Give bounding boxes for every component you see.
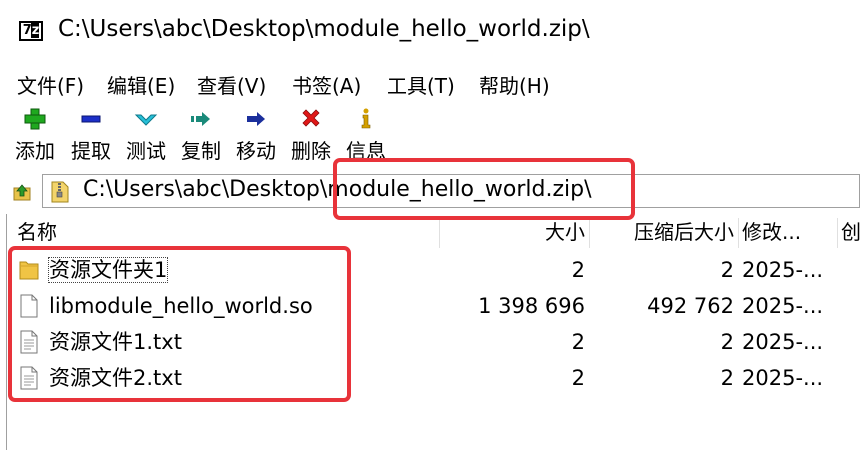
item-size: 2	[571, 330, 585, 354]
item-name: 资源文件2.txt	[49, 366, 182, 390]
plus-icon	[24, 108, 46, 130]
item-size: 2	[571, 258, 585, 282]
column-header-size[interactable]: 大小	[440, 214, 585, 250]
item-packed-size: 492 762	[647, 294, 734, 318]
check-icon	[134, 114, 158, 126]
file-list: 名称 大小 压缩后大小 修改... 创 资源文件夹1 2 2 2025-... …	[6, 214, 862, 450]
toolbar: 添加 提取 测试 复制 移动 删除 信息	[0, 102, 862, 170]
menu-tools[interactable]: 工具(T)	[387, 70, 455, 99]
menu-help[interactable]: 帮助(H)	[479, 70, 550, 99]
extract-button[interactable]: 提取	[64, 106, 118, 164]
text-file-icon	[20, 330, 38, 354]
column-header-name[interactable]: 名称	[17, 214, 437, 250]
file-icon	[20, 294, 38, 318]
column-header-modified[interactable]: 修改...	[742, 214, 834, 250]
window-title: C:\Users\abc\Desktop\module_hello_world.…	[58, 16, 590, 42]
list-item[interactable]: 资源文件2.txt 2 2 2025-...	[7, 360, 862, 396]
move-button[interactable]: 移动	[229, 106, 283, 164]
menu-bar: 文件(F) 编辑(E) 查看(V) 书签(A) 工具(T) 帮助(H)	[0, 62, 862, 102]
menu-view[interactable]: 查看(V)	[197, 70, 266, 99]
info-icon	[361, 108, 371, 129]
item-packed-size: 2	[720, 330, 734, 354]
address-input[interactable]: C:\Users\abc\Desktop\module_hello_world.…	[42, 174, 860, 208]
item-modified: 2025-...	[742, 366, 824, 390]
item-name: libmodule_hello_world.so	[49, 294, 313, 318]
column-header-packed-size[interactable]: 压缩后大小	[590, 214, 734, 250]
menu-file[interactable]: 文件(F)	[17, 70, 84, 99]
minus-icon	[81, 115, 101, 123]
delete-button[interactable]: 删除	[284, 106, 338, 164]
folder-icon	[19, 261, 39, 280]
test-button[interactable]: 测试	[119, 106, 173, 164]
item-name: 资源文件夹1	[47, 257, 169, 283]
text-file-icon	[20, 366, 38, 390]
add-button[interactable]: 添加	[8, 106, 62, 164]
item-packed-size: 2	[720, 366, 734, 390]
item-size: 1 398 696	[478, 294, 585, 318]
item-modified: 2025-...	[742, 330, 824, 354]
column-header-created[interactable]: 创	[841, 214, 862, 250]
folder-up-icon[interactable]	[12, 182, 32, 202]
item-modified: 2025-...	[742, 294, 824, 318]
list-header: 名称 大小 压缩后大小 修改... 创	[7, 214, 862, 250]
zip-archive-icon	[51, 181, 69, 203]
delete-x-icon	[302, 109, 320, 127]
item-modified: 2025-...	[742, 258, 824, 282]
copy-button[interactable]: 复制	[174, 106, 228, 164]
item-name: 资源文件1.txt	[49, 330, 182, 354]
item-size: 2	[571, 366, 585, 390]
copy-arrow-icon	[191, 112, 210, 126]
list-item[interactable]: 资源文件1.txt 2 2 2025-...	[7, 324, 862, 360]
info-button[interactable]: 信息	[339, 106, 393, 164]
address-bar: C:\Users\abc\Desktop\module_hello_world.…	[0, 170, 862, 214]
move-arrow-icon	[247, 112, 265, 126]
menu-bookmarks[interactable]: 书签(A)	[292, 70, 361, 99]
list-item[interactable]: libmodule_hello_world.so 1 398 696 492 7…	[7, 288, 862, 324]
address-path: C:\Users\abc\Desktop\module_hello_world.…	[83, 177, 592, 202]
7zip-app-icon: 7z	[19, 21, 43, 41]
address-path-highlighted: \module_hello_world.zip\	[319, 177, 592, 202]
list-item[interactable]: 资源文件夹1 2 2 2025-...	[7, 252, 862, 288]
menu-edit[interactable]: 编辑(E)	[107, 70, 175, 99]
item-packed-size: 2	[720, 258, 734, 282]
title-bar: 7z C:\Users\abc\Desktop\module_hello_wor…	[0, 0, 862, 62]
